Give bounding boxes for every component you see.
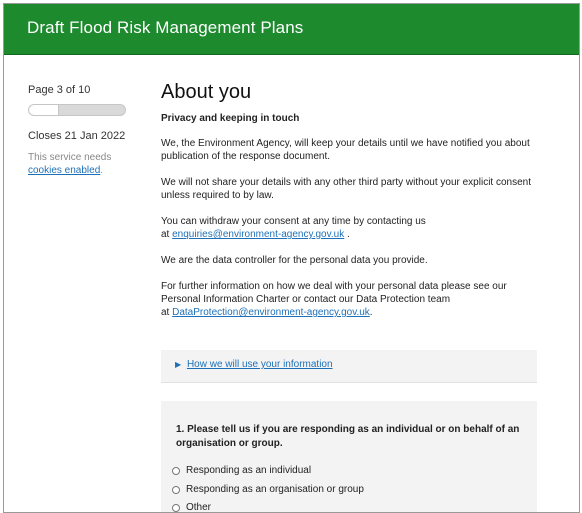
withdraw-consent-suffix: . [344,229,350,240]
enquiries-email-link[interactable]: enquiries@environment-agency.gov.uk [172,229,344,240]
service-title: Draft Flood Risk Management Plans [27,18,304,37]
further-info-suffix: . [369,307,373,318]
further-info-paragraph: For further information on how we deal w… [161,280,546,319]
radio-button[interactable] [172,466,180,475]
withdraw-consent-text: You can withdraw your consent at any tim… [161,216,426,227]
further-info-text: For further information on how we deal w… [161,281,507,305]
sidebar: Page 3 of 10 Closes 21 Jan 2022 This ser… [28,84,132,177]
withdraw-consent-paragraph: You can withdraw your consent at any tim… [161,215,546,241]
details-label: How we will use your information [186,359,333,370]
section-heading: Privacy and keeping in touch [161,113,300,124]
progress-bar-fill [29,105,59,115]
radio-option-label: Responding as an organisation or group [186,484,364,495]
question-label: 1. Please tell us if you are responding … [176,424,520,449]
cookies-enabled-link[interactable]: cookies enabled [28,165,100,176]
radio-option-label: Responding as an individual [186,465,312,476]
page-frame: Draft Flood Risk Management Plans Page 3… [3,3,580,513]
radio-button[interactable] [172,485,180,494]
closing-date: Closes 21 Jan 2022 [28,130,126,142]
privacy-paragraph: We, the Environment Agency, will keep yo… [161,138,530,162]
triangle-right-icon: ▶ [175,360,182,369]
radio-option-organisation[interactable]: Responding as an organisation or group [172,484,364,495]
cookie-note-suffix: . [100,165,104,176]
details-panel: ▶ How we will use your information [161,350,537,383]
radio-option-individual[interactable]: Responding as an individual [172,465,311,476]
page-count: Page 3 of 10 [28,84,91,96]
cookie-note: This service needs cookies enabled. [28,151,132,177]
details-toggle[interactable]: ▶ How we will use your information [175,359,333,370]
further-info-at: at [161,307,170,318]
main-content: About you Privacy and keeping in touch W… [161,81,546,319]
data-controller-paragraph: We are the data controller for the perso… [161,255,428,266]
cookie-note-text: This service needs [28,152,112,163]
header-bar: Draft Flood Risk Management Plans [4,4,579,55]
data-protection-email-link[interactable]: DataProtection@environment-agency.gov.uk [172,307,370,318]
question-panel: 1. Please tell us if you are responding … [161,401,537,512]
progress-bar [28,104,126,116]
sharing-paragraph: We will not share your details with any … [161,177,531,201]
page-title: About you [161,81,252,103]
withdraw-consent-at: at [161,229,170,240]
